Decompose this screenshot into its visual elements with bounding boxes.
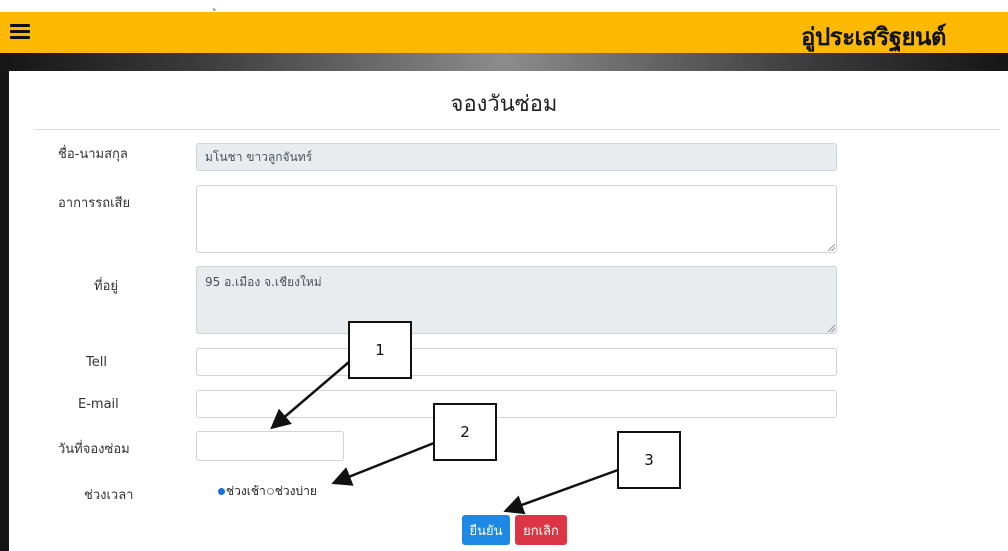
brand-name: อู่ประเสริฐยนต์ — [801, 23, 946, 51]
name-label: ชื่อ-นามสกุล — [58, 147, 128, 162]
callout-box-2: 2 — [433, 403, 497, 461]
radio-morning-label: ช่วงเช้า — [226, 484, 266, 498]
date-input[interactable] — [196, 431, 344, 461]
email-input[interactable] — [196, 390, 837, 418]
confirm-button[interactable]: ยืนยัน — [462, 515, 510, 545]
symptom-label: อาการรถเสีย — [58, 196, 131, 211]
cancel-button[interactable]: ยกเลิก — [515, 515, 567, 545]
radio-morning[interactable] — [218, 488, 225, 495]
name-input[interactable] — [196, 143, 837, 171]
page-title: จองวันซ่อม — [450, 92, 558, 117]
radio-afternoon-label: ช่วงบ่าย — [274, 484, 317, 498]
navbar: อู่ประเสริฐยนต์ — [0, 12, 1008, 53]
time-label: ช่วงเวลา — [84, 488, 134, 503]
callout-box-1: 1 — [348, 321, 412, 379]
email-label: E-mail — [78, 397, 119, 412]
header-band — [0, 53, 1008, 71]
callout-box-3: 3 — [617, 431, 681, 489]
callout-arrow-3 — [503, 468, 619, 515]
top-strip: ู — [0, 0, 1008, 12]
tel-label: Tell — [86, 355, 107, 370]
callout-arrow-2 — [331, 441, 435, 486]
left-edge — [0, 71, 9, 551]
hamburger-icon[interactable] — [10, 24, 30, 40]
symptom-textarea[interactable] — [196, 185, 837, 253]
date-label: วันที่จองซ่อม — [58, 442, 130, 457]
radio-afternoon[interactable] — [266, 488, 274, 495]
address-textarea[interactable]: 95 อ.เมือง จ.เชียงใหม่ — [196, 266, 837, 334]
time-radio-group: ช่วงเช้า ช่วงบ่าย — [218, 482, 317, 501]
address-label: ที่อยู่ — [94, 279, 118, 294]
title-divider — [34, 129, 1000, 130]
tel-input[interactable] — [196, 348, 837, 376]
